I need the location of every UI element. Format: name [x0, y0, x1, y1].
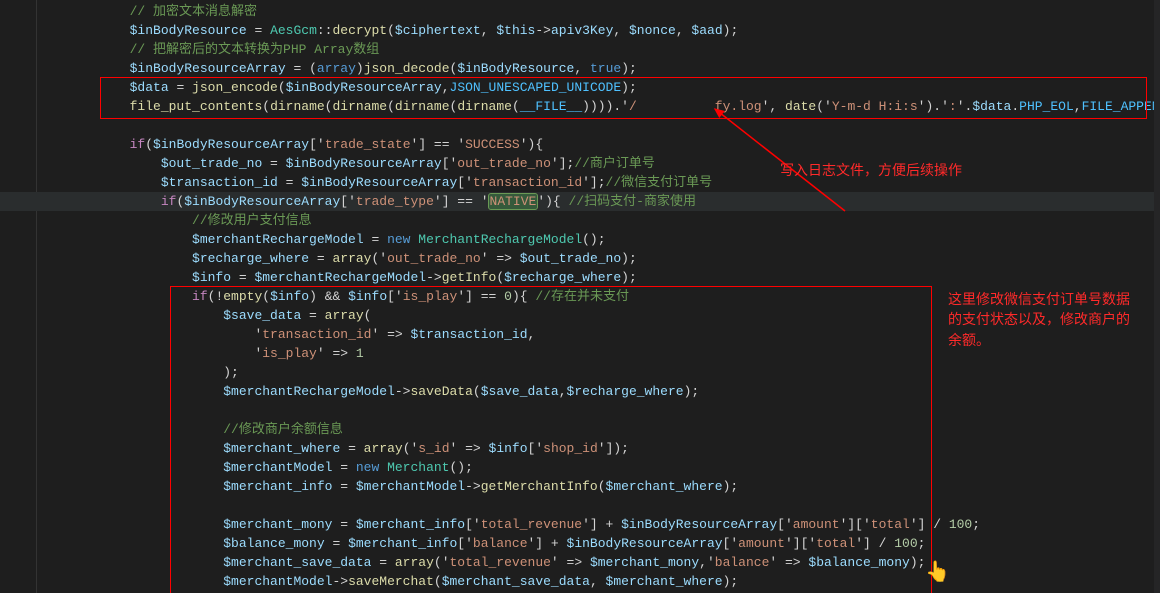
hand-cursor-icon: 👆	[925, 558, 950, 589]
code-line[interactable]: $balance_mony = $merchant_info['balance'…	[36, 534, 1160, 553]
code-line[interactable]: $merchant_save_data = array('total_reven…	[36, 553, 1160, 572]
code-line[interactable]: if($inBodyResourceArray['trade_type'] ==…	[36, 192, 1160, 211]
code-line[interactable]: $info = $merchantRechargeModel->getInfo(…	[36, 268, 1160, 287]
code-line[interactable]	[36, 116, 1160, 135]
code-line[interactable]: // 加密文本消息解密	[36, 2, 1160, 21]
code-line[interactable]: $merchantRechargeModel = new MerchantRec…	[36, 230, 1160, 249]
code-line[interactable]	[36, 496, 1160, 515]
code-line[interactable]: $data = json_encode($inBodyResourceArray…	[36, 78, 1160, 97]
code-line[interactable]: $merchantRechargeModel->saveData($save_d…	[36, 382, 1160, 401]
code-line[interactable]: $merchant_mony = $merchant_info['total_r…	[36, 515, 1160, 534]
code-line[interactable]: $out_trade_no = $inBodyResourceArray['ou…	[36, 154, 1160, 173]
editor-gutter	[0, 0, 37, 593]
annotation-label-log: 写入日志文件，方便后续操作	[780, 160, 962, 180]
code-line[interactable]: $inBodyResourceArray = (array)json_decod…	[36, 59, 1160, 78]
code-line[interactable]: // 把解密后的文本转换为PHP Array数组	[36, 40, 1160, 59]
code-line[interactable]: $transaction_id = $inBodyResourceArray['…	[36, 173, 1160, 192]
code-line[interactable]: $merchant_where = array('s_id' => $info[…	[36, 439, 1160, 458]
code-line[interactable]: $merchant_info = $merchantModel->getMerc…	[36, 477, 1160, 496]
code-line[interactable]: $recharge_where = array('out_trade_no' =…	[36, 249, 1160, 268]
code-line[interactable]: $merchantModel = new Merchant();	[36, 458, 1160, 477]
code-line[interactable]: $merchantModel->saveMerchat($merchant_sa…	[36, 572, 1160, 591]
code-line[interactable]: if($inBodyResourceArray['trade_state'] =…	[36, 135, 1160, 154]
code-editor[interactable]: // 加密文本消息解密 $inBodyResource = AesGcm::de…	[0, 0, 1160, 593]
code-line[interactable]: );	[36, 363, 1160, 382]
code-line[interactable]: $inBodyResource = AesGcm::decrypt($ciphe…	[36, 21, 1160, 40]
annotation-label-main: 这里修改微信支付订单号数据的支付状态以及，修改商户的余额。	[948, 289, 1138, 350]
code-line[interactable]: //修改用户支付信息	[36, 211, 1160, 230]
code-line[interactable]	[36, 401, 1160, 420]
minimap[interactable]	[1154, 0, 1160, 593]
code-line[interactable]: file_put_contents(dirname(dirname(dirnam…	[36, 97, 1160, 116]
selection[interactable]: NATIVE	[489, 194, 538, 209]
code-line[interactable]: //修改商户余额信息	[36, 420, 1160, 439]
